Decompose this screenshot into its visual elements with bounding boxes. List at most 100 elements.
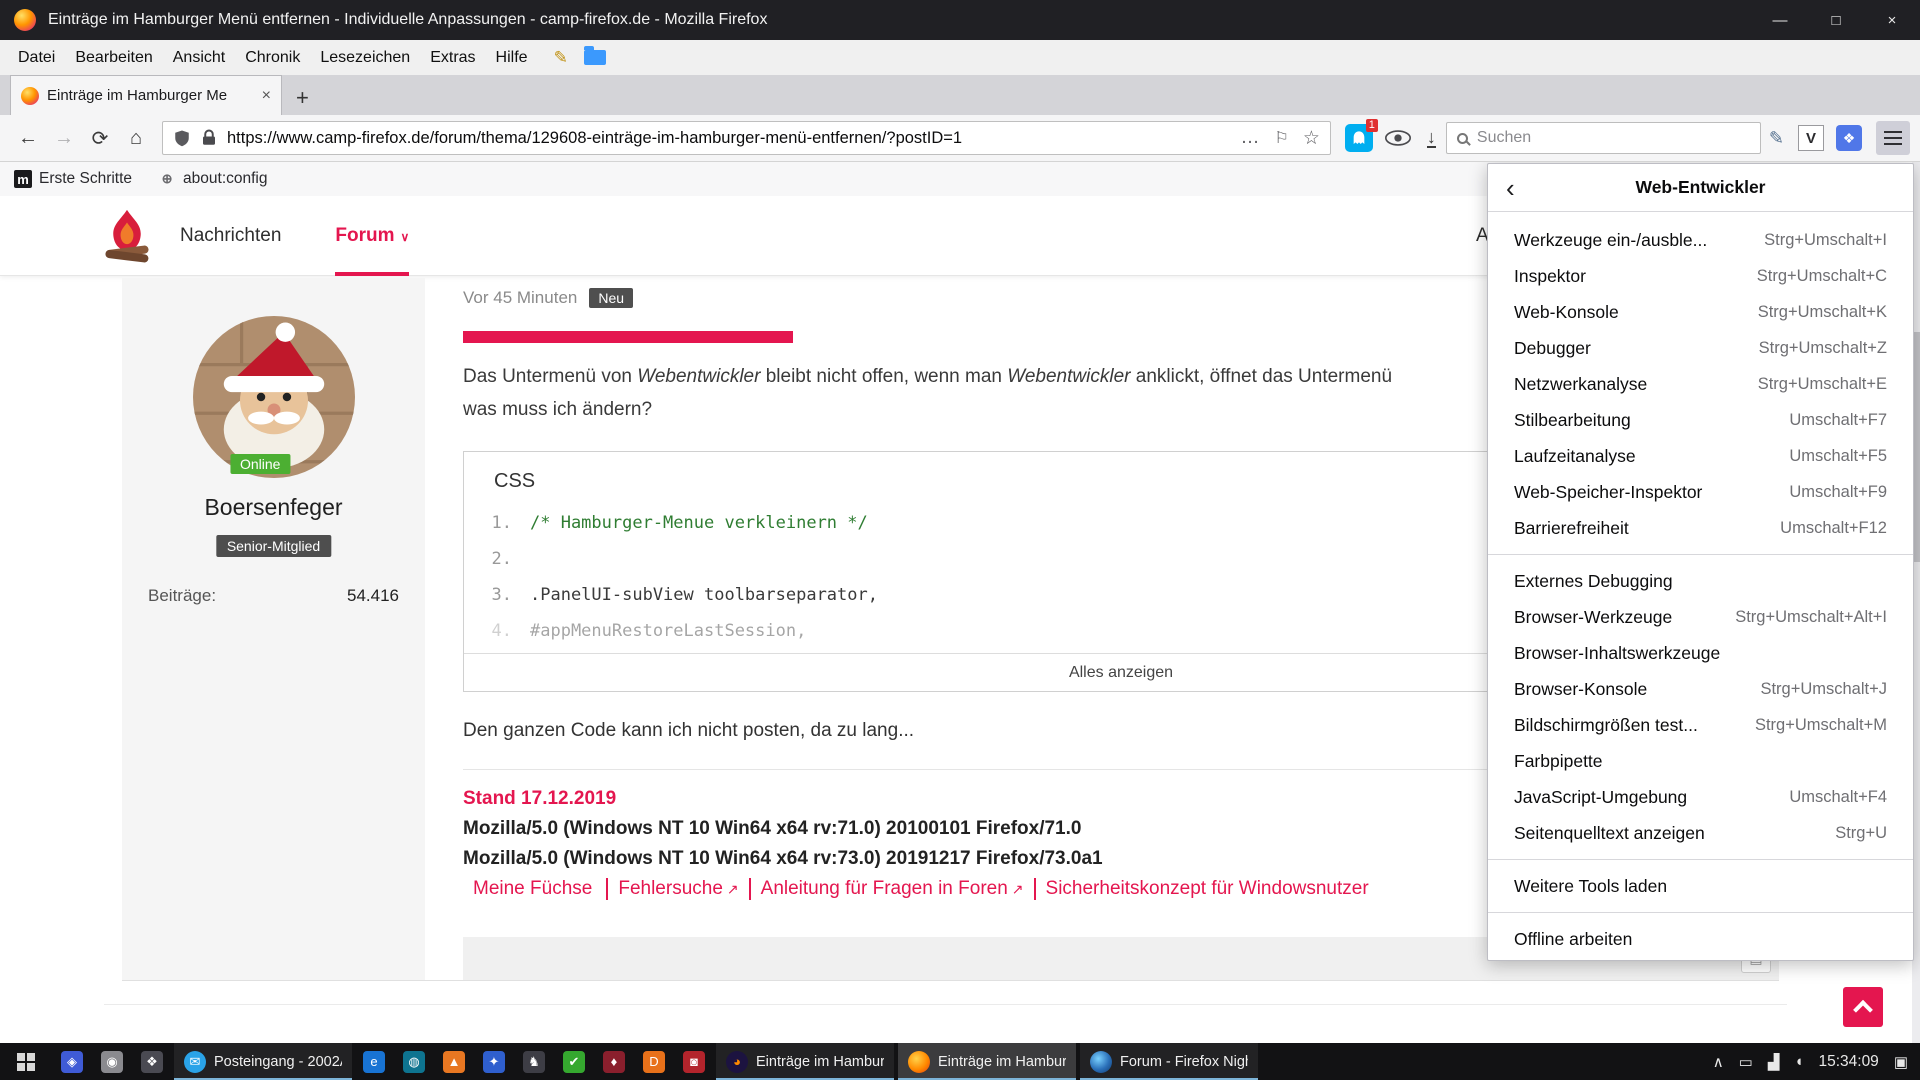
search-bar[interactable]: Suchen bbox=[1446, 122, 1761, 154]
devmenu-item[interactable]: Werkzeuge ein-/ausble... Strg+Umschalt+I bbox=[1488, 222, 1913, 258]
url-bar[interactable]: https://www.camp-firefox.de/forum/thema/… bbox=[162, 121, 1331, 155]
hamburger-menu-button[interactable] bbox=[1876, 121, 1910, 155]
taskbar-button[interactable]: ❖ bbox=[132, 1043, 172, 1080]
line-number: 4. bbox=[464, 621, 512, 641]
devmenu-item[interactable]: Barrierefreiheit Umschalt+F12 bbox=[1488, 510, 1913, 546]
search-placeholder: Suchen bbox=[1477, 129, 1531, 147]
devmenu-item[interactable]: Browser-Werkzeuge Strg+Umschalt+Alt+I bbox=[1488, 599, 1913, 635]
tray-expand-icon[interactable]: ∧ bbox=[1713, 1053, 1724, 1071]
firefox-icon bbox=[14, 9, 36, 31]
site-nav-item[interactable]: Nachrichten bbox=[180, 196, 287, 276]
pocket-icon[interactable]: ⚐ bbox=[1275, 128, 1289, 148]
taskbar-button[interactable]: ◉ bbox=[92, 1043, 132, 1080]
downloads-icon[interactable]: ↓ bbox=[1427, 128, 1436, 149]
reload-button[interactable]: ⟳ bbox=[82, 120, 118, 156]
devmenu-item[interactable]: Netzwerkanalyse Strg+Umschalt+E bbox=[1488, 366, 1913, 402]
scroll-to-top-button[interactable] bbox=[1843, 987, 1883, 1027]
back-button[interactable]: ← bbox=[10, 120, 46, 156]
forward-button[interactable]: → bbox=[46, 120, 82, 156]
devmenu-item[interactable]: Farbpipette bbox=[1488, 743, 1913, 779]
volume-icon[interactable]: ◖ bbox=[1794, 1053, 1803, 1070]
signature-link[interactable]: Meine Füchse bbox=[463, 878, 606, 900]
taskbar-button[interactable]: ✔ bbox=[554, 1043, 594, 1080]
lock-icon[interactable] bbox=[200, 129, 218, 147]
taskbar-button[interactable]: ◙ bbox=[674, 1043, 714, 1080]
site-nav-item[interactable]: Forum∨ bbox=[335, 196, 409, 276]
devmenu-item-label: Browser-Werkzeuge bbox=[1514, 607, 1735, 628]
page-actions-icon[interactable]: … bbox=[1241, 127, 1261, 149]
taskbar-button[interactable]: ◕ Einträge im Hamburg... bbox=[716, 1043, 894, 1080]
signature-link[interactable]: Anleitung für Fragen in Foren ↗ bbox=[749, 878, 1034, 900]
tab-close-icon[interactable]: × bbox=[262, 87, 271, 105]
devmenu-item[interactable] bbox=[1488, 554, 1913, 555]
bookmark-star-icon[interactable]: ☆ bbox=[1303, 127, 1320, 150]
taskbar-window-label: Posteingang - 2002An... bbox=[214, 1054, 342, 1070]
maximize-button[interactable]: □ bbox=[1808, 0, 1864, 40]
start-button[interactable] bbox=[0, 1043, 52, 1080]
taskbar-button[interactable]: ▲ bbox=[434, 1043, 474, 1080]
taskbar-button[interactable]: ✦ bbox=[474, 1043, 514, 1080]
blue-extension-icon[interactable]: ❖ bbox=[1836, 125, 1862, 151]
devmenu-item[interactable]: Inspektor Strg+Umschalt+C bbox=[1488, 258, 1913, 294]
privacy-eye-extension-icon[interactable] bbox=[1383, 123, 1413, 153]
taskbar-button[interactable]: ♞ bbox=[514, 1043, 554, 1080]
devmenu-item[interactable] bbox=[1488, 859, 1913, 860]
network-icon[interactable]: ▟ bbox=[1768, 1053, 1780, 1071]
menubar-item[interactable]: Hilfe bbox=[486, 49, 538, 67]
devmenu-item[interactable]: Laufzeitanalyse Umschalt+F5 bbox=[1488, 438, 1913, 474]
line-number: 2. bbox=[464, 549, 512, 569]
taskbar-button[interactable]: Forum - Firefox Nightly bbox=[1080, 1043, 1258, 1080]
post-timestamp[interactable]: Vor 45 Minuten bbox=[463, 288, 577, 308]
bookmark-item[interactable]: m Erste Schritte bbox=[14, 170, 132, 188]
highlighter-extension-icon[interactable]: ✎ bbox=[1769, 128, 1784, 149]
devmenu-item[interactable] bbox=[1488, 912, 1913, 913]
new-tab-button[interactable]: + bbox=[296, 87, 309, 109]
battery-icon[interactable]: ▭ bbox=[1739, 1053, 1753, 1071]
menubar-item[interactable]: Bearbeiten bbox=[65, 49, 162, 67]
signature-link[interactable]: Sicherheitskonzept für Windowsnutzer bbox=[1034, 878, 1383, 900]
signature-link[interactable]: Fehlersuche ↗ bbox=[606, 878, 748, 900]
action-center-icon[interactable]: ▣ bbox=[1894, 1053, 1908, 1071]
taskbar-button[interactable]: Einträge im Hamburg... bbox=[898, 1043, 1076, 1080]
folder-icon[interactable] bbox=[584, 50, 606, 65]
taskbar-button[interactable]: ◈ bbox=[52, 1043, 92, 1080]
clock[interactable]: 15:34:09 bbox=[1818, 1053, 1878, 1071]
notes-icon[interactable]: ✎ bbox=[554, 48, 568, 68]
browser-tab[interactable]: Einträge im Hamburger Me × bbox=[10, 75, 282, 115]
external-link-icon: ↗ bbox=[727, 881, 739, 898]
taskbar-button[interactable]: ♦ bbox=[594, 1043, 634, 1080]
devmenu-item[interactable]: Stilbearbeitung Umschalt+F7 bbox=[1488, 402, 1913, 438]
menubar-item[interactable]: Datei bbox=[8, 49, 65, 67]
devmenu-item[interactable]: Debugger Strg+Umschalt+Z bbox=[1488, 330, 1913, 366]
site-nav-label: Forum bbox=[335, 225, 394, 246]
home-button[interactable]: ⌂ bbox=[118, 120, 154, 156]
menubar-item[interactable]: Chronik bbox=[235, 49, 310, 67]
shield-icon[interactable] bbox=[173, 129, 191, 147]
camp-firefox-logo[interactable] bbox=[100, 208, 154, 264]
devmenu-item[interactable]: Weitere Tools laden bbox=[1488, 868, 1913, 904]
back-chevron-icon[interactable]: ‹ bbox=[1506, 166, 1515, 210]
taskbar-button[interactable]: e bbox=[354, 1043, 394, 1080]
bookmark-item[interactable]: ⊕ about:config bbox=[158, 170, 267, 188]
ghostery-extension-icon[interactable]: 1 bbox=[1345, 124, 1373, 152]
menubar-item[interactable]: Lesezeichen bbox=[310, 49, 420, 67]
taskbar-button[interactable]: D bbox=[634, 1043, 674, 1080]
taskbar-button[interactable]: ✉ Posteingang - 2002An... bbox=[174, 1043, 352, 1080]
devmenu-item[interactable]: Browser-Inhaltswerkzeuge bbox=[1488, 635, 1913, 671]
menubar-item[interactable]: Ansicht bbox=[163, 49, 235, 67]
minimize-button[interactable]: — bbox=[1752, 0, 1808, 40]
author-name[interactable]: Boersenfeger bbox=[122, 494, 425, 521]
taskbar-app-icon: ✦ bbox=[483, 1051, 505, 1073]
devmenu-item[interactable]: Seitenquelltext anzeigen Strg+U bbox=[1488, 815, 1913, 851]
v-extension-icon[interactable]: V bbox=[1798, 125, 1824, 151]
devmenu-item[interactable]: Externes Debugging bbox=[1488, 563, 1913, 599]
devmenu-item[interactable]: Offline arbeiten bbox=[1488, 921, 1913, 957]
close-button[interactable]: × bbox=[1864, 0, 1920, 40]
devmenu-item[interactable]: Web-Konsole Strg+Umschalt+K bbox=[1488, 294, 1913, 330]
devmenu-item[interactable]: JavaScript-Umgebung Umschalt+F4 bbox=[1488, 779, 1913, 815]
devmenu-item[interactable]: Web-Speicher-Inspektor Umschalt+F9 bbox=[1488, 474, 1913, 510]
devmenu-item[interactable]: Browser-Konsole Strg+Umschalt+J bbox=[1488, 671, 1913, 707]
devmenu-item[interactable]: Bildschirmgrößen test... Strg+Umschalt+M bbox=[1488, 707, 1913, 743]
menubar-item[interactable]: Extras bbox=[420, 49, 485, 67]
taskbar-button[interactable]: ◍ bbox=[394, 1043, 434, 1080]
